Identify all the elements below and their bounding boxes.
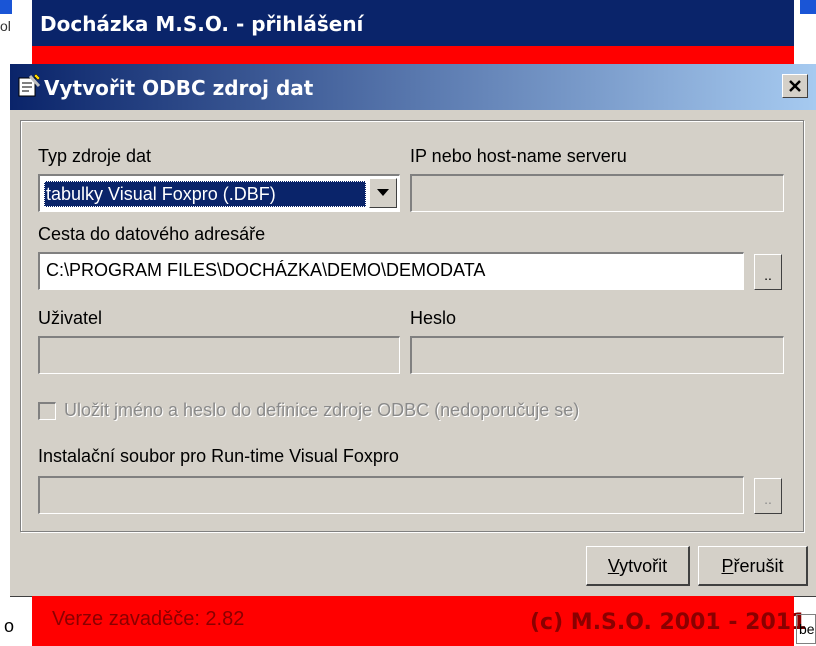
background-red-strip (32, 46, 794, 66)
create-hotkey: V (607, 556, 620, 576)
create-label: ytvořit (619, 556, 668, 576)
save-credentials-label: Uložit jméno a heslo do definice zdroje … (64, 400, 580, 420)
odbc-wizard-icon (16, 72, 42, 98)
server-label: IP nebo host-name serveru (410, 146, 627, 166)
path-browse-button[interactable]: .. (754, 254, 782, 290)
chevron-down-icon (377, 189, 389, 196)
background-text-fragment-right: be (796, 614, 816, 644)
close-icon (789, 80, 801, 92)
create-button[interactable]: Vytvořit (586, 546, 690, 586)
server-input[interactable] (410, 174, 784, 212)
runtime-input (38, 476, 744, 514)
data-source-type-value: tabulky Visual Foxpro (.DBF) (44, 181, 366, 207)
data-source-type-label: Typ zdroje dat (38, 146, 152, 166)
background-text-fragment: ol (0, 18, 11, 34)
close-button[interactable] (782, 74, 808, 98)
path-label: Cesta do datového adresáře (38, 224, 266, 244)
save-credentials-checkbox[interactable] (38, 402, 56, 420)
background-window-edge (0, 0, 12, 14)
cancel-label: řerušit (733, 556, 784, 576)
user-label: Uživatel (38, 308, 103, 328)
background-window-title: Docházka M.S.O. - přihlášení (40, 12, 364, 36)
runtime-label: Instalační soubor pro Run-time Visual Fo… (38, 446, 399, 466)
path-input[interactable]: C:\PROGRAM FILES\DOCHÁZKA\DEMO\DEMODATA (38, 252, 744, 290)
background-text-fragment-bottom: o (4, 616, 15, 636)
user-input[interactable] (38, 336, 400, 374)
background-window-edge-right (800, 0, 816, 14)
dropdown-button[interactable] (369, 178, 397, 208)
password-label: Heslo (410, 308, 457, 328)
cancel-hotkey: P (721, 556, 734, 576)
password-input[interactable] (410, 336, 784, 374)
data-source-type-select[interactable]: tabulky Visual Foxpro (.DBF) (38, 174, 400, 212)
loader-version: Verze zavaděče: 2.82 (52, 608, 245, 630)
dialog-title: Vytvořit ODBC zdroj dat (44, 76, 314, 100)
copyright: (c) M.S.O. 2001 - 2011 (530, 610, 807, 635)
runtime-browse-button: .. (754, 478, 782, 514)
cancel-button[interactable]: Přerušit (698, 546, 808, 586)
